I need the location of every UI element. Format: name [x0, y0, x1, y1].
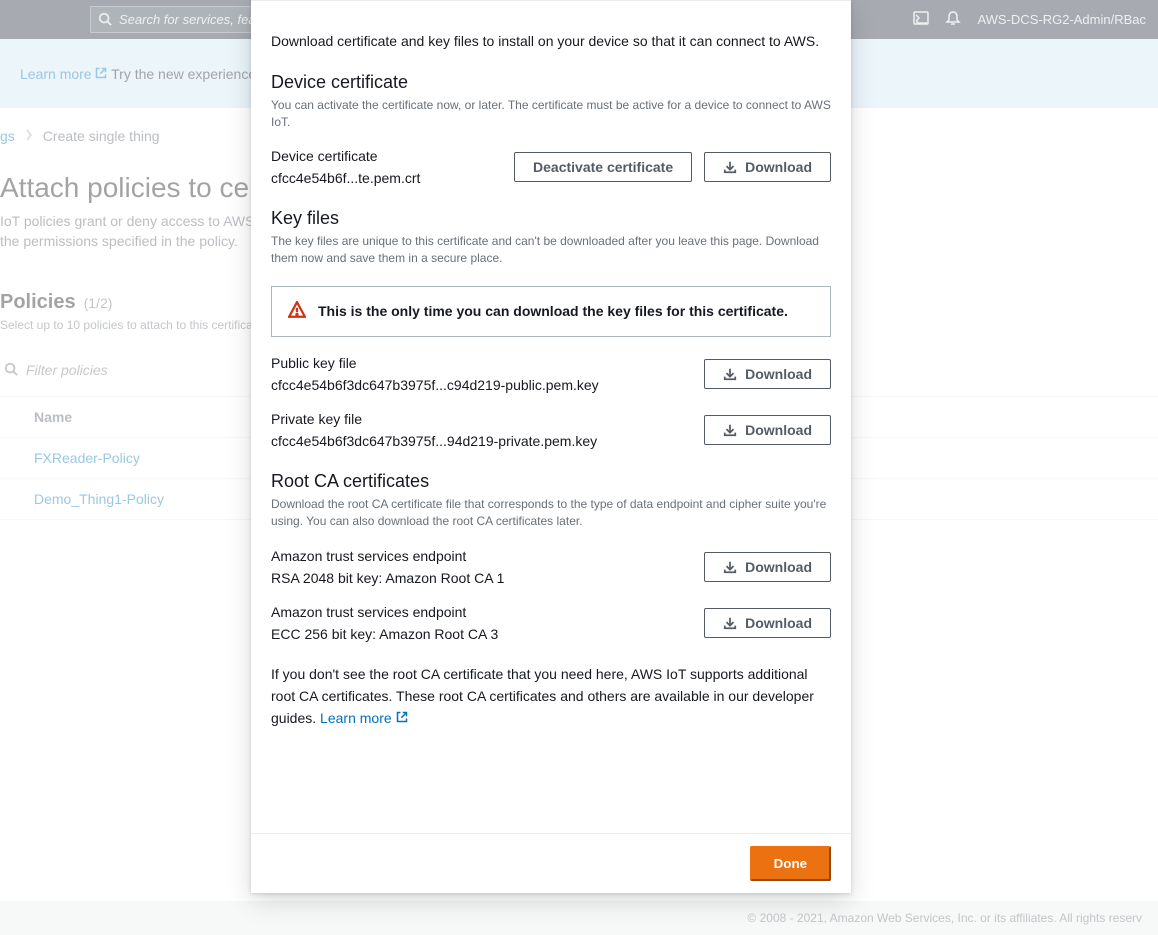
modal-body: Download certificate and key files to in…: [251, 0, 851, 833]
ats-ecc-label: Amazon trust services endpoint: [271, 604, 692, 620]
rootca-note: If you don't see the root CA certificate…: [271, 664, 831, 729]
download-cert-button[interactable]: Download: [704, 152, 831, 182]
download-ats-rsa-button[interactable]: Download: [704, 552, 831, 582]
download-icon: [723, 560, 737, 574]
modal-footer: Done: [251, 833, 851, 893]
download-icon: [723, 423, 737, 437]
device-cert-sub: You can activate the certificate now, or…: [271, 97, 831, 132]
learn-more-link[interactable]: Learn more: [320, 710, 407, 726]
download-private-key-button[interactable]: Download: [704, 415, 831, 445]
keyfiles-alert: This is the only time you can download t…: [271, 286, 831, 337]
done-button[interactable]: Done: [750, 846, 831, 881]
rootca-heading: Root CA certificates: [271, 471, 831, 492]
public-key-row: Public key file cfcc4e54b6f3dc647b3975f.…: [271, 355, 831, 393]
download-ats-ecc-button[interactable]: Download: [704, 608, 831, 638]
device-cert-label: Device certificate: [271, 148, 502, 164]
device-cert-heading: Device certificate: [271, 72, 831, 93]
keyfiles-sub: The key files are unique to this certifi…: [271, 233, 831, 268]
download-icon: [723, 160, 737, 174]
alert-text: This is the only time you can download t…: [318, 303, 788, 319]
ats-rsa-row: Amazon trust services endpoint RSA 2048 …: [271, 548, 831, 586]
ats-rsa-file: RSA 2048 bit key: Amazon Root CA 1: [271, 570, 692, 586]
ats-ecc-file: ECC 256 bit key: Amazon Root CA 3: [271, 626, 692, 642]
download-icon: [723, 367, 737, 381]
private-key-label: Private key file: [271, 411, 692, 427]
download-icon: [723, 616, 737, 630]
device-cert-row: Device certificate cfcc4e54b6f...te.pem.…: [271, 148, 831, 186]
private-key-file: cfcc4e54b6f3dc647b3975f...94d219-private…: [271, 433, 692, 449]
ats-rsa-label: Amazon trust services endpoint: [271, 548, 692, 564]
external-link-icon: [396, 711, 408, 723]
rootca-sub: Download the root CA certificate file th…: [271, 496, 831, 531]
private-key-row: Private key file cfcc4e54b6f3dc647b3975f…: [271, 411, 831, 449]
public-key-file: cfcc4e54b6f3dc647b3975f...c94d219-public…: [271, 377, 692, 393]
deactivate-cert-button[interactable]: Deactivate certificate: [514, 152, 692, 182]
public-key-label: Public key file: [271, 355, 692, 371]
warning-icon: [288, 301, 306, 322]
ats-ecc-row: Amazon trust services endpoint ECC 256 b…: [271, 604, 831, 642]
keyfiles-heading: Key files: [271, 208, 831, 229]
download-cert-modal: Download certificate and key files to in…: [251, 0, 851, 893]
device-cert-file: cfcc4e54b6f...te.pem.crt: [271, 170, 502, 186]
modal-intro: Download certificate and key files to in…: [271, 31, 831, 52]
download-public-key-button[interactable]: Download: [704, 359, 831, 389]
